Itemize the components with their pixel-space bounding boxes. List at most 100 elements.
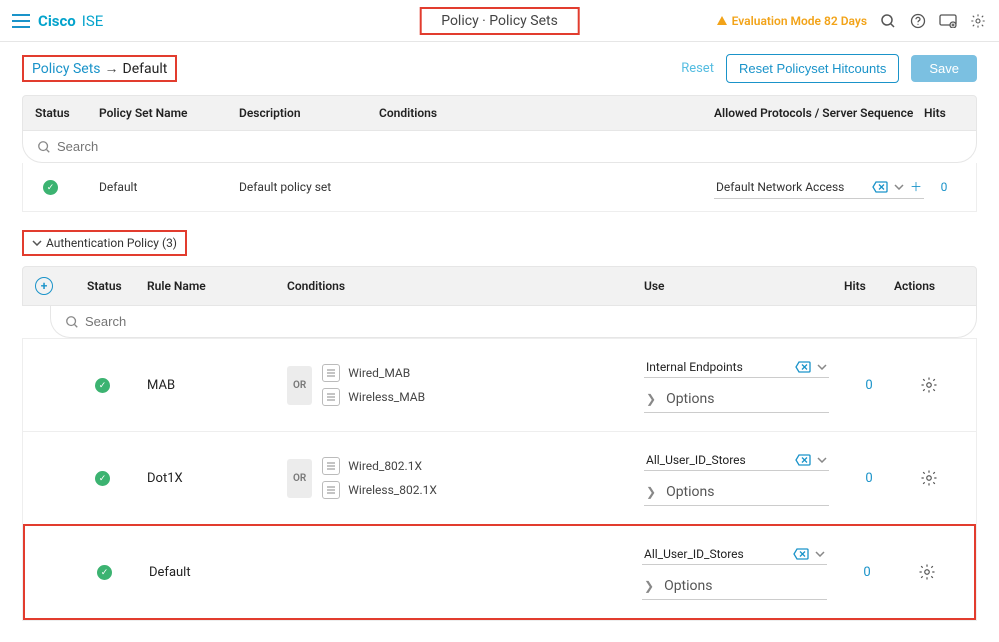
condition-label: Wireless_MAB xyxy=(348,390,425,404)
rule-name[interactable]: MAB xyxy=(147,360,287,411)
condition-item[interactable]: Wired_MAB xyxy=(322,364,425,382)
auth-section-wrap: Authentication Policy (3) xyxy=(22,220,977,266)
status-ok-icon: ✓ xyxy=(95,471,110,486)
status-ok-icon: ✓ xyxy=(95,378,110,393)
search-icon xyxy=(65,315,79,329)
status-cell: ✓ xyxy=(87,359,147,412)
add-rule-cell: + xyxy=(35,277,87,295)
status-ok-icon: ✓ xyxy=(97,565,112,580)
condition-label: Wireless_802.1X xyxy=(348,483,437,497)
rule-hits[interactable]: 0 xyxy=(844,453,894,504)
col-allowed: Allowed Protocols / Server Sequence xyxy=(714,106,924,120)
reset-link[interactable]: Reset xyxy=(681,61,714,76)
condition-icon xyxy=(322,364,340,382)
rule-name[interactable]: Default xyxy=(149,547,289,598)
col-use: Use xyxy=(644,279,844,293)
hamburger-icon[interactable] xyxy=(12,14,30,28)
status-ok-icon: ✓ xyxy=(43,180,58,195)
chevron-down-icon[interactable] xyxy=(894,184,904,190)
conditions-cell[interactable]: OR Wired_MAB Wireless_MAB xyxy=(287,346,644,424)
warning-icon xyxy=(716,15,728,27)
arrow-right-icon: → xyxy=(105,60,119,77)
condition-item[interactable]: Wireless_MAB xyxy=(322,388,425,406)
conditions-cell[interactable]: OR Wired_802.1X Wireless_802.1X xyxy=(287,439,644,517)
breadcrumb: Policy Sets → Default xyxy=(22,55,177,82)
condition-icon xyxy=(322,388,340,406)
auth-policy-toggle[interactable]: Authentication Policy (3) xyxy=(22,230,187,256)
clear-icon[interactable] xyxy=(793,548,809,560)
rule-hits[interactable]: 0 xyxy=(842,547,892,598)
rule-row-mab: ✓ MAB OR Wired_MAB Wireless_MAB xyxy=(23,338,976,431)
use-value: All_User_ID_Stores xyxy=(646,453,746,467)
status-cell: ✓ xyxy=(87,452,147,505)
save-button[interactable]: Save xyxy=(911,55,977,82)
topbar: Cisco ISE Policy · Policy Sets Evaluatio… xyxy=(0,0,999,42)
options-toggle[interactable]: ❯ Options xyxy=(644,386,829,413)
options-label: Options xyxy=(666,484,714,500)
auth-rules-section: + Status Rule Name Conditions Use Hits A… xyxy=(22,266,977,621)
operator-badge: OR xyxy=(287,459,312,498)
subbar: Policy Sets → Default Reset Reset Policy… xyxy=(0,42,999,95)
condition-list: Wired_MAB Wireless_MAB xyxy=(322,364,425,406)
use-select[interactable]: All_User_ID_Stores xyxy=(644,450,829,471)
clear-icon[interactable] xyxy=(872,181,888,193)
sub-actions: Reset Reset Policyset Hitcounts Save xyxy=(681,54,977,83)
search-icon[interactable] xyxy=(879,12,897,30)
rule-row-dot1x: ✓ Dot1X OR Wired_802.1X Wireless_802.1X xyxy=(23,431,976,524)
col-conditions: Conditions xyxy=(379,106,714,120)
chevron-down-icon[interactable] xyxy=(815,551,825,557)
policyset-description: Default policy set xyxy=(239,180,379,194)
status-cell: ✓ xyxy=(89,546,149,599)
rule-hits[interactable]: 0 xyxy=(844,360,894,411)
chevron-right-icon: ❯ xyxy=(646,392,656,406)
eval-mode-banner[interactable]: Evaluation Mode 82 Days xyxy=(716,14,867,28)
use-select[interactable]: All_User_ID_Stores xyxy=(642,544,827,565)
chevron-down-icon[interactable] xyxy=(817,364,827,370)
page-title: Policy · Policy Sets xyxy=(419,7,580,35)
col-status: Status xyxy=(35,106,99,120)
condition-item[interactable]: Wireless_802.1X xyxy=(322,481,437,499)
col-description: Description xyxy=(239,106,379,120)
chevron-down-icon[interactable] xyxy=(817,457,827,463)
policyset-name[interactable]: Default xyxy=(99,180,239,194)
breadcrumb-root[interactable]: Policy Sets xyxy=(32,61,101,77)
options-label: Options xyxy=(664,578,712,594)
rule-actions[interactable] xyxy=(892,545,962,599)
condition-icon xyxy=(322,481,340,499)
condition-label: Wired_MAB xyxy=(348,366,410,380)
use-value: Internal Endpoints xyxy=(646,360,743,374)
col-name: Policy Set Name xyxy=(99,106,239,120)
allowed-protocols-cell[interactable]: Default Network Access ＋ xyxy=(714,175,924,199)
add-rule-button[interactable]: + xyxy=(35,277,53,295)
auth-search-input[interactable] xyxy=(85,314,962,329)
policyset-search-input[interactable] xyxy=(57,139,962,154)
rule-actions[interactable] xyxy=(894,358,964,412)
rule-row-default: ✓ Default All_User_ID_Stores ❯ Options xyxy=(23,524,976,620)
auth-search[interactable] xyxy=(50,306,977,338)
reset-hitcounts-button[interactable]: Reset Policyset Hitcounts xyxy=(726,54,899,83)
ops-icon[interactable] xyxy=(939,12,957,30)
use-select[interactable]: Internal Endpoints xyxy=(644,357,829,378)
condition-label: Wired_802.1X xyxy=(348,459,422,473)
rule-name[interactable]: Dot1X xyxy=(147,453,287,504)
conditions-cell[interactable] xyxy=(289,554,642,590)
clear-icon[interactable] xyxy=(795,361,811,373)
policyset-hits[interactable]: 0 xyxy=(924,180,964,194)
use-value: All_User_ID_Stores xyxy=(644,547,744,561)
settings-gear-icon[interactable] xyxy=(969,12,987,30)
options-toggle[interactable]: ❯ Options xyxy=(644,479,829,506)
policyset-section: Status Policy Set Name Description Condi… xyxy=(22,95,977,212)
rule-actions[interactable] xyxy=(894,451,964,505)
policyset-search[interactable] xyxy=(22,131,977,163)
auth-policy-title: Authentication Policy (3) xyxy=(46,236,177,250)
add-icon[interactable]: ＋ xyxy=(910,178,922,195)
clear-icon[interactable] xyxy=(795,454,811,466)
col-status: Status xyxy=(87,279,147,293)
condition-item[interactable]: Wired_802.1X xyxy=(322,457,437,475)
auth-header-row: + Status Rule Name Conditions Use Hits A… xyxy=(22,266,977,306)
options-toggle[interactable]: ❯ Options xyxy=(642,573,827,600)
col-rule-name: Rule Name xyxy=(147,279,287,293)
policyset-header-row: Status Policy Set Name Description Condi… xyxy=(22,95,977,131)
col-conditions: Conditions xyxy=(287,279,644,293)
help-icon[interactable] xyxy=(909,12,927,30)
